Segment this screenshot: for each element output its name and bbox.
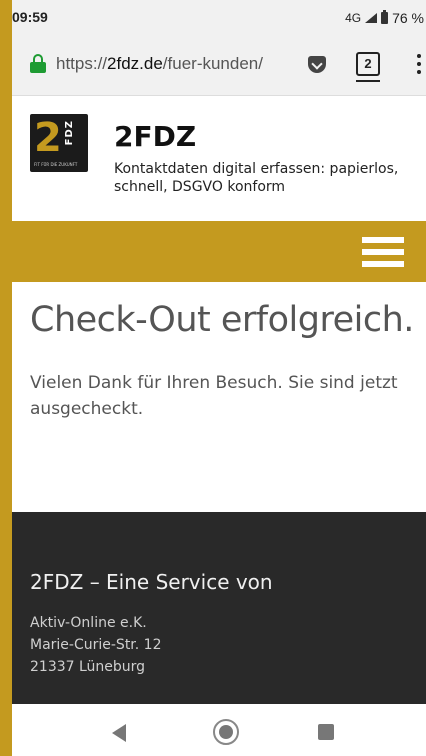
network-type: 4G: [345, 11, 362, 25]
page-title: Check-Out erfolgreich.: [30, 300, 414, 340]
address-bar[interactable]: https://2fdz.de/fuer-kunden/: [56, 54, 294, 74]
home-icon[interactable]: [213, 719, 239, 745]
main-content: Check-Out erfolgreich. Vielen Dank für I…: [12, 282, 426, 512]
battery-icon: [381, 10, 389, 24]
tab-switcher-button[interactable]: 2: [356, 52, 380, 76]
address-street: Marie-Curie-Str. 12: [30, 637, 162, 653]
recent-apps-icon[interactable]: [318, 724, 334, 740]
battery-level: 76 %: [392, 10, 424, 26]
footer-address: Aktiv-Online e.K. Marie-Curie-Str. 12 21…: [30, 612, 162, 678]
url-host: 2fdz.de: [107, 54, 163, 73]
status-bar: 09:59 4G 76 %: [12, 0, 426, 32]
pocket-icon[interactable]: [308, 56, 326, 73]
status-time: 09:59: [12, 9, 48, 25]
address-city: 21337 Lüneburg: [30, 659, 146, 675]
site-footer: 2FDZ – Eine Service von Aktiv-Online e.K…: [12, 512, 426, 704]
status-indicators: 4G 76 %: [345, 10, 424, 26]
signal-icon: [365, 13, 378, 23]
site-header: 2 FDZ FIT FÜR DIE ZUKUNFT 2FDZ Kontaktda…: [12, 96, 426, 221]
tab-switcher-underline: [356, 80, 380, 82]
url-path: /fuer-kunden/: [162, 54, 263, 73]
site-logo[interactable]: 2 FDZ FIT FÜR DIE ZUKUNFT: [30, 114, 88, 172]
site-title[interactable]: 2FDZ: [114, 120, 196, 153]
page-message: Vielen Dank für Ihren Besuch. Sie sind j…: [30, 373, 398, 419]
logo-tagline: FIT FÜR DIE ZUKUNFT: [34, 162, 78, 167]
browser-toolbar: https://2fdz.de/fuer-kunden/ 2: [12, 32, 426, 96]
address-company: Aktiv-Online e.K.: [30, 615, 147, 631]
overflow-menu-icon[interactable]: [416, 54, 422, 76]
site-description: Kontaktdaten digital erfassen: papierlos…: [114, 161, 399, 195]
navigation-bar: [12, 221, 426, 282]
hamburger-menu-icon[interactable]: [362, 237, 404, 267]
system-navigation-bar: [12, 704, 426, 756]
lock-icon[interactable]: [30, 54, 46, 73]
url-prefix: https://: [56, 54, 108, 73]
logo-letters: FDZ: [64, 120, 75, 146]
footer-heading: 2FDZ – Eine Service von: [30, 570, 273, 594]
back-icon[interactable]: [112, 724, 126, 742]
logo-numeral: 2: [34, 115, 62, 161]
screen: 09:59 4G 76 % https://2fdz.de/fuer-kunde…: [0, 0, 426, 756]
